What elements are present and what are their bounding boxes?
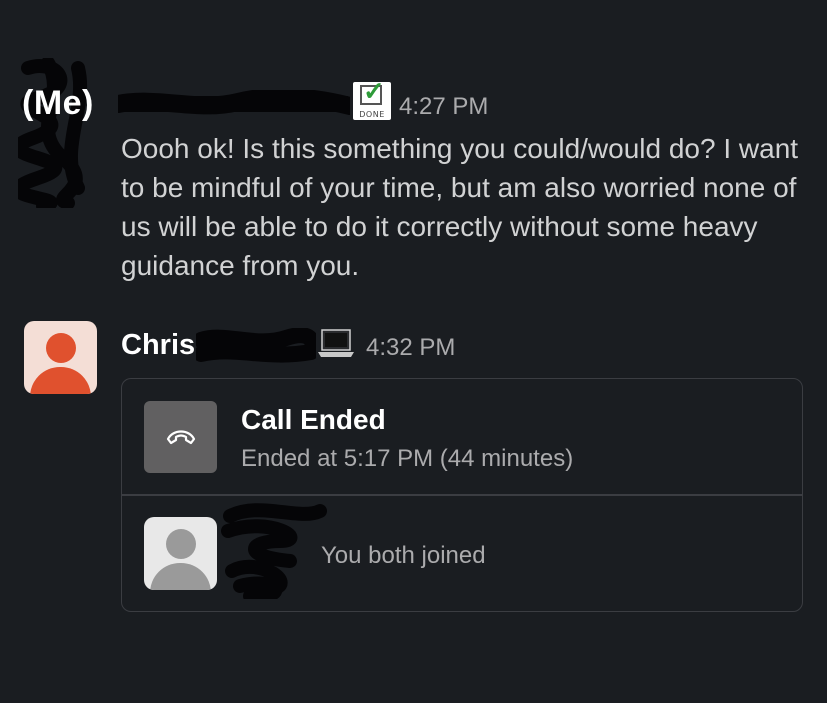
message-text: Oooh ok! Is this something you could/wou… [121,133,799,281]
redaction-scribble [18,58,88,208]
call-subtitle: Ended at 5:17 PM (44 minutes) [241,445,574,472]
message-timestamp[interactable]: 4:27 PM [399,93,488,121]
message-timestamp[interactable]: 4:32 PM [366,334,455,362]
redaction-scribble [221,503,327,599]
call-title: Call Ended [241,404,386,435]
sender-name[interactable]: Chris [121,329,195,362]
participants-text: You both joined [321,542,486,569]
done-badge-text: DONE [359,110,385,119]
card-divider [122,494,802,496]
name-redaction [196,328,316,363]
name-redaction [118,90,350,115]
done-badge-icon: ✓ DONE [353,78,391,120]
avatar[interactable] [24,321,97,394]
call-card[interactable]: Call Ended Ended at 5:17 PM (44 minutes)… [121,378,803,612]
call-icon-box [144,401,217,473]
hang-up-icon [166,430,196,445]
participant-avatar[interactable] [144,517,217,590]
laptop-icon [318,329,354,357]
me-label: (Me) [22,84,94,122]
